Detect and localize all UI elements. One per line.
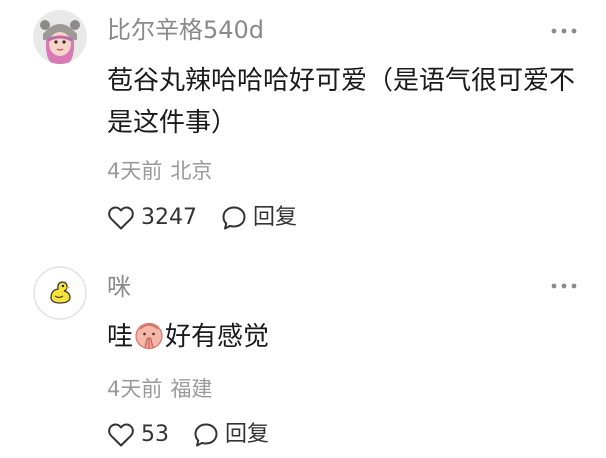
comment-actions: 3247 回复 (107, 203, 297, 233)
yellow-duck-avatar-icon (33, 266, 87, 320)
reply-label: 回复 (253, 205, 298, 230)
comment-text: 哇 好有感觉 (107, 316, 585, 358)
comment-item: 比尔辛格540d 苞谷丸辣哈哈哈好可爱（是语气很可爱不是这件事） 4天前 北京 3… (0, 0, 606, 240)
like-count: 53 (141, 422, 169, 447)
comment-text-after-emoji: 好有感觉 (165, 322, 270, 352)
comment-text-before-emoji: 哇 (107, 322, 134, 352)
speech-bubble-icon (194, 423, 218, 447)
username[interactable]: 咪 (107, 272, 131, 302)
heart-icon (108, 423, 134, 447)
avatar[interactable] (33, 10, 87, 64)
speech-bubble-icon (222, 206, 246, 230)
comment-item: 咪 哇 好有感觉 4天前 福建 53 回复 (0, 258, 606, 458)
girl-with-bear-hat-avatar-icon (33, 10, 87, 64)
more-options-icon[interactable] (550, 282, 578, 292)
reply-label: 回复 (225, 422, 270, 447)
avatar[interactable] (33, 266, 87, 320)
like-count: 3247 (141, 205, 197, 230)
praying-face-emoji-icon (134, 320, 164, 350)
more-options-icon[interactable] (550, 27, 578, 37)
comment-meta: 4天前 福建 (107, 376, 212, 402)
comment-time: 4天前 (107, 159, 163, 183)
username[interactable]: 比尔辛格540d (107, 15, 264, 45)
heart-icon (108, 206, 134, 230)
reply-button[interactable]: 回复 (193, 420, 269, 450)
comment-time: 4天前 (107, 377, 163, 401)
comment-actions: 53 回复 (107, 420, 269, 450)
reply-button[interactable]: 回复 (221, 203, 297, 233)
comment-location: 北京 (170, 159, 213, 183)
comment-location: 福建 (170, 377, 213, 401)
comment-text: 苞谷丸辣哈哈哈好可爱（是语气很可爱不是这件事） (107, 66, 576, 138)
comment-meta: 4天前 北京 (107, 158, 212, 184)
like-button[interactable]: 3247 (107, 203, 197, 233)
like-button[interactable]: 53 (107, 420, 169, 450)
